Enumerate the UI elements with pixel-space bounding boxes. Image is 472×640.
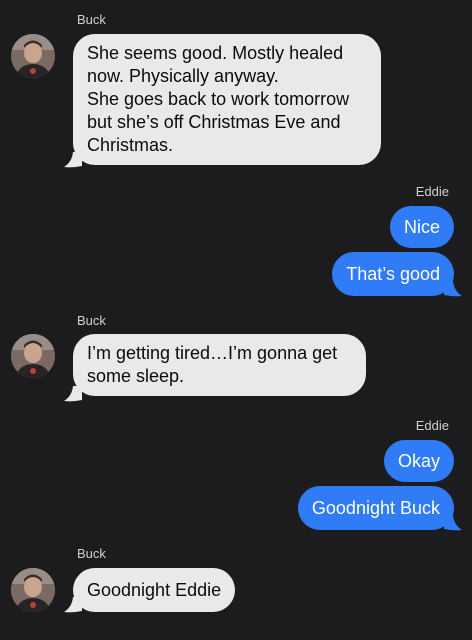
buck-avatar[interactable]: [11, 568, 55, 612]
message-line: but she’s off Christmas Eve and: [87, 112, 341, 132]
sender-name-buck: Buck: [77, 313, 106, 328]
message-bubble-incoming[interactable]: She seems good. Mostly healed now. Physi…: [73, 34, 381, 165]
message-bubble-outgoing[interactable]: That’s good: [332, 252, 454, 296]
message-line: now. Physically anyway.: [87, 66, 279, 86]
bubble-tail-icon: [64, 386, 82, 402]
avatar-photo-icon: [11, 568, 55, 612]
message-line: some sleep.: [87, 366, 185, 386]
message-line: She seems good. Mostly healed: [87, 43, 344, 63]
bubble-tail-icon: [444, 515, 462, 531]
avatar-photo-icon: [11, 34, 55, 78]
sender-name-buck: Buck: [77, 546, 106, 561]
buck-avatar[interactable]: [11, 334, 55, 378]
message-bubble-outgoing[interactable]: Nice: [389, 206, 454, 248]
bubble-tail-icon: [64, 597, 82, 613]
sender-name-eddie: Eddie: [415, 184, 449, 199]
message-bubble-outgoing[interactable]: Okay: [383, 440, 454, 482]
message-line: Christmas.: [87, 135, 174, 155]
sender-name-eddie: Eddie: [415, 418, 449, 433]
message-line: I’m getting tired…I’m gonna get: [87, 343, 338, 363]
buck-avatar[interactable]: [11, 34, 55, 78]
message-thread[interactable]: Buck She seems good. Mostly healed now. …: [0, 0, 472, 640]
message-bubble-outgoing[interactable]: Goodnight Buck: [297, 486, 454, 530]
message-bubble-incoming[interactable]: Goodnight Eddie: [73, 568, 236, 612]
message-bubble-incoming[interactable]: I’m getting tired…I’m gonna get some sle…: [73, 334, 366, 396]
bubble-tail-icon: [444, 281, 462, 297]
avatar-photo-icon: [11, 334, 55, 378]
bubble-tail-icon: [64, 152, 82, 168]
message-line: She goes back to work tomorrow: [87, 89, 350, 109]
sender-name-buck: Buck: [77, 12, 106, 27]
